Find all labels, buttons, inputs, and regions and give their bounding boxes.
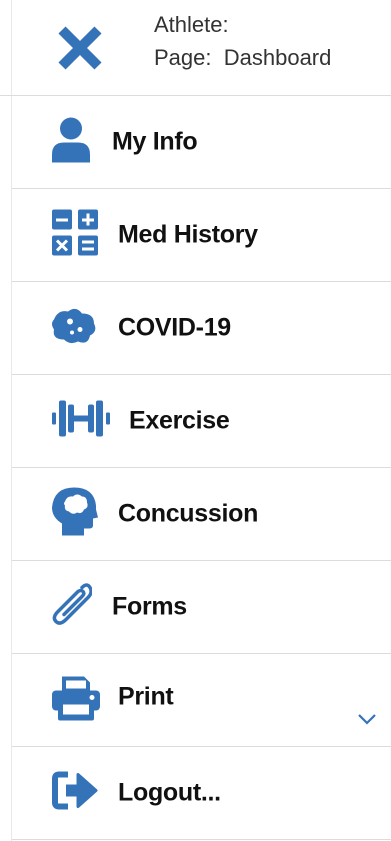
menu-item-print[interactable]: Print	[12, 654, 391, 747]
sign-out-icon	[52, 771, 98, 815]
menu-item-label: Forms	[112, 592, 187, 621]
menu-item-label: Concussion	[118, 499, 259, 528]
menu-header: Athlete: Page: Dashboard	[0, 0, 391, 96]
close-menu-button[interactable]	[54, 22, 106, 74]
paperclip-icon	[52, 582, 93, 633]
page-value: Dashboard	[223, 45, 332, 70]
menu-item-covid-19[interactable]: COVID-19	[12, 282, 391, 375]
side-menu: Athlete: Page: Dashboard My Info Med His…	[0, 0, 391, 841]
menu-item-forms[interactable]: Forms	[12, 561, 391, 654]
dumbbell-icon	[52, 399, 110, 444]
head-brain-icon	[52, 487, 98, 541]
menu-item-label: Print	[118, 682, 174, 711]
menu-item-exercise[interactable]: Exercise	[12, 375, 391, 468]
menu-item-med-history[interactable]: Med History	[12, 189, 391, 282]
page-label: Page:	[154, 45, 212, 70]
menu-item-label: COVID-19	[118, 313, 231, 342]
athlete-info: Athlete: Page: Dashboard	[154, 8, 331, 74]
calculator-icon	[52, 209, 98, 261]
menu-item-label: My Info	[112, 127, 198, 156]
page-indicator: Page: Dashboard	[154, 41, 331, 74]
user-icon	[50, 117, 92, 168]
printer-icon	[52, 675, 100, 726]
close-icon	[58, 26, 102, 70]
athlete-label: Athlete:	[154, 12, 229, 37]
menu-item-logout[interactable]: Logout...	[12, 747, 391, 840]
menu-item-label: Logout...	[118, 778, 221, 807]
virus-icon	[50, 306, 98, 351]
chevron-down-icon[interactable]	[357, 712, 377, 726]
menu-item-my-info[interactable]: My Info	[12, 96, 391, 189]
menu-item-label: Med History	[118, 220, 258, 249]
menu-item-label: Exercise	[129, 406, 230, 435]
menu-item-concussion[interactable]: Concussion	[12, 468, 391, 561]
